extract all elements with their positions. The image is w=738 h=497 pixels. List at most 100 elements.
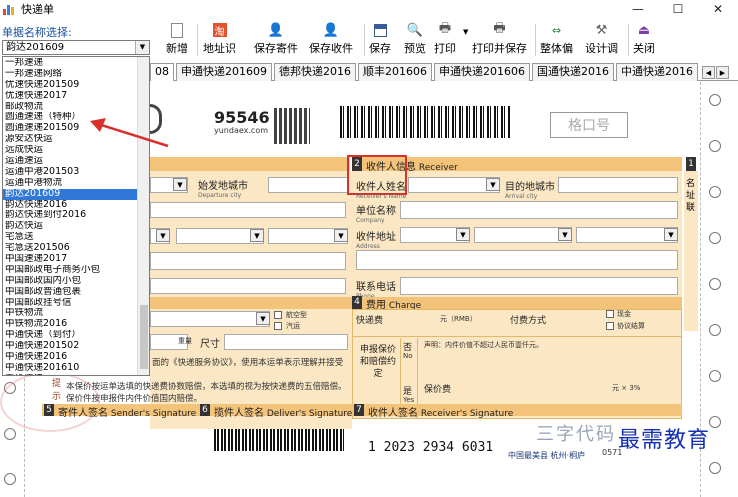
save-button[interactable]: 保存: [369, 21, 391, 59]
destination-slogan: 中国最美县 杭州·桐庐: [508, 451, 586, 460]
size-field[interactable]: [224, 334, 348, 350]
save-receiver-button[interactable]: 👤 保存收件: [309, 21, 353, 59]
overall-offset-button[interactable]: ⇔ 整体偏: [540, 21, 573, 59]
dropdown-item[interactable]: 韵达快运: [3, 221, 137, 232]
close-window-button[interactable]: ✕: [698, 0, 738, 18]
side-section-number: 1: [686, 157, 696, 171]
dropdown-item[interactable]: 一邦速递网络: [3, 69, 137, 80]
monthly-checkbox[interactable]: [606, 322, 614, 330]
dropdown-item[interactable]: 宅急送201506: [3, 243, 137, 254]
logo-domain: yundaex.com: [214, 126, 268, 135]
tab-scroll-right-icon[interactable]: ▶: [716, 66, 729, 79]
receiver-phone-field[interactable]: [400, 277, 678, 295]
print-button[interactable]: 🖶 打印: [434, 21, 456, 59]
chevron-down-icon[interactable]: ▼: [456, 228, 470, 241]
tab-5[interactable]: 国通快递2016: [532, 63, 614, 81]
minimize-button[interactable]: —: [618, 0, 658, 18]
maximize-button[interactable]: ☐: [658, 0, 698, 18]
receiver-address-field[interactable]: [356, 250, 678, 270]
offset-icon: ⇔: [551, 23, 562, 37]
grid-number-box: 格口号: [550, 112, 628, 138]
tab-4[interactable]: 申通快递201606: [434, 63, 530, 81]
doc-name-combobox[interactable]: 韵达201609 ▼: [2, 40, 150, 55]
insure-yes-en: Yes: [403, 396, 415, 404]
toolbar-separator: [364, 24, 365, 56]
tab-6[interactable]: 中通快递2016: [616, 63, 698, 81]
land-checkbox[interactable]: [274, 322, 282, 330]
bottom-barcode: [214, 429, 344, 451]
chevron-down-icon[interactable]: ▼: [135, 41, 149, 54]
dest-city-label: 目的地城市 Arrival city: [505, 182, 555, 200]
sender-company-field[interactable]: [150, 202, 346, 218]
preview-button[interactable]: 🔍 预览: [404, 21, 426, 59]
chevron-down-icon[interactable]: ▼: [486, 178, 500, 191]
receiver-district-field[interactable]: [576, 227, 678, 243]
dropdown-item[interactable]: 中通快递2016: [3, 352, 137, 363]
design-adjust-button[interactable]: ⚒ 设计调: [585, 21, 618, 59]
save-sender-button[interactable]: 👤 保存寄件: [254, 21, 298, 59]
dropdown-item[interactable]: 运通中港201503: [3, 167, 137, 178]
dropdown-item[interactable]: 中国邮政普通包裹: [3, 287, 137, 298]
print-and-save-button[interactable]: 🖶 打印并保存: [472, 21, 527, 59]
dropdown-item[interactable]: 中通快递（到付）: [3, 330, 137, 341]
size-label: 尺寸: [200, 339, 220, 350]
dropdown-item[interactable]: 中国邮政国内小包: [3, 276, 137, 287]
doc-name-dropdown-list[interactable]: 一邦速递 一邦速递网络 优速快递201509 优速快递2017 邮政物流 圆通速递（特种）…: [2, 56, 150, 376]
dropdown-item[interactable]: 运通速运: [3, 156, 137, 167]
sender-phone-field[interactable]: [150, 278, 346, 294]
cash-label: 现金: [617, 310, 631, 318]
chevron-down-icon[interactable]: ▼: [156, 229, 170, 242]
qr-code: [274, 108, 310, 144]
tab-1[interactable]: 申通快递201609: [176, 63, 272, 81]
dropdown-item[interactable]: 中铁物流2016: [3, 319, 137, 330]
dropdown-item[interactable]: 中铁物流: [3, 308, 137, 319]
dropdown-item[interactable]: 运通中港物流: [3, 178, 137, 189]
chevron-down-icon[interactable]: ▼: [334, 229, 348, 242]
aviation-checkbox[interactable]: [274, 311, 282, 319]
origin-city-field[interactable]: [268, 177, 348, 193]
sender-address-field[interactable]: [150, 252, 346, 270]
print-dropdown-button[interactable]: ▼: [463, 28, 468, 42]
tab-0[interactable]: 08: [150, 63, 174, 81]
tab-2[interactable]: 德邦快递2016: [274, 63, 356, 81]
toolbar-separator: [535, 24, 536, 56]
dropdown-item[interactable]: 优速快递201509: [3, 80, 137, 91]
dropdown-item[interactable]: 中通快递201610: [3, 363, 137, 374]
dropdown-item[interactable]: 优速快递2017: [3, 91, 137, 102]
dropdown-item[interactable]: 宅急送: [3, 232, 137, 243]
chevron-down-icon[interactable]: ▼: [256, 312, 270, 325]
address-recognize-button[interactable]: 淘 地址识: [203, 21, 236, 59]
tab-scroll-left-icon[interactable]: ◀: [702, 66, 715, 79]
tractor-hole: [709, 278, 721, 290]
dest-city-field[interactable]: [558, 177, 678, 193]
chevron-down-icon[interactable]: ▼: [173, 178, 187, 191]
chevron-down-icon[interactable]: ▼: [558, 228, 572, 241]
dropdown-item[interactable]: 中国邮政电子商务小包: [3, 265, 137, 276]
tab-3[interactable]: 顺丰201606: [358, 63, 432, 81]
section-title: 寄件人签名 Sender's Signature: [58, 408, 197, 419]
scrollbar-thumb[interactable]: [140, 305, 148, 369]
insure-no-en: No: [403, 352, 413, 360]
receiver-company-field[interactable]: [400, 201, 678, 219]
agreement-text: 面的《快递服务协议》，使用本运单表示理解并接受: [152, 358, 344, 368]
hotline-number: 95546: [214, 108, 270, 127]
dropdown-item[interactable]: 一邦速递: [3, 58, 137, 69]
dropdown-item[interactable]: 韵达201609: [3, 188, 137, 200]
chevron-down-icon[interactable]: ▼: [664, 228, 678, 241]
cash-checkbox[interactable]: [606, 310, 614, 318]
goods-header-band: [150, 297, 352, 309]
dropdown-item[interactable]: 中国速递2017: [3, 254, 137, 265]
dropdown-item[interactable]: 韵达快递2016: [3, 200, 137, 211]
dropdown-item[interactable]: 韵达快递到付2016: [3, 210, 137, 221]
dropdown-item[interactable]: 邮政物流: [3, 102, 137, 113]
goods-name-field[interactable]: [150, 311, 270, 327]
dropdown-scrollbar[interactable]: [137, 57, 149, 375]
toolbar-separator: [628, 24, 629, 56]
dropdown-item[interactable]: 中通快递201502: [3, 341, 137, 352]
new-button[interactable]: 新增: [166, 21, 188, 59]
dropdown-item[interactable]: 中国邮政挂号信: [3, 298, 137, 309]
divider: [352, 336, 682, 337]
close-button[interactable]: ⏏ 关闭: [633, 21, 655, 59]
chevron-down-icon[interactable]: ▼: [250, 229, 264, 242]
dropdown-item[interactable]: 中通速递: [3, 374, 137, 375]
